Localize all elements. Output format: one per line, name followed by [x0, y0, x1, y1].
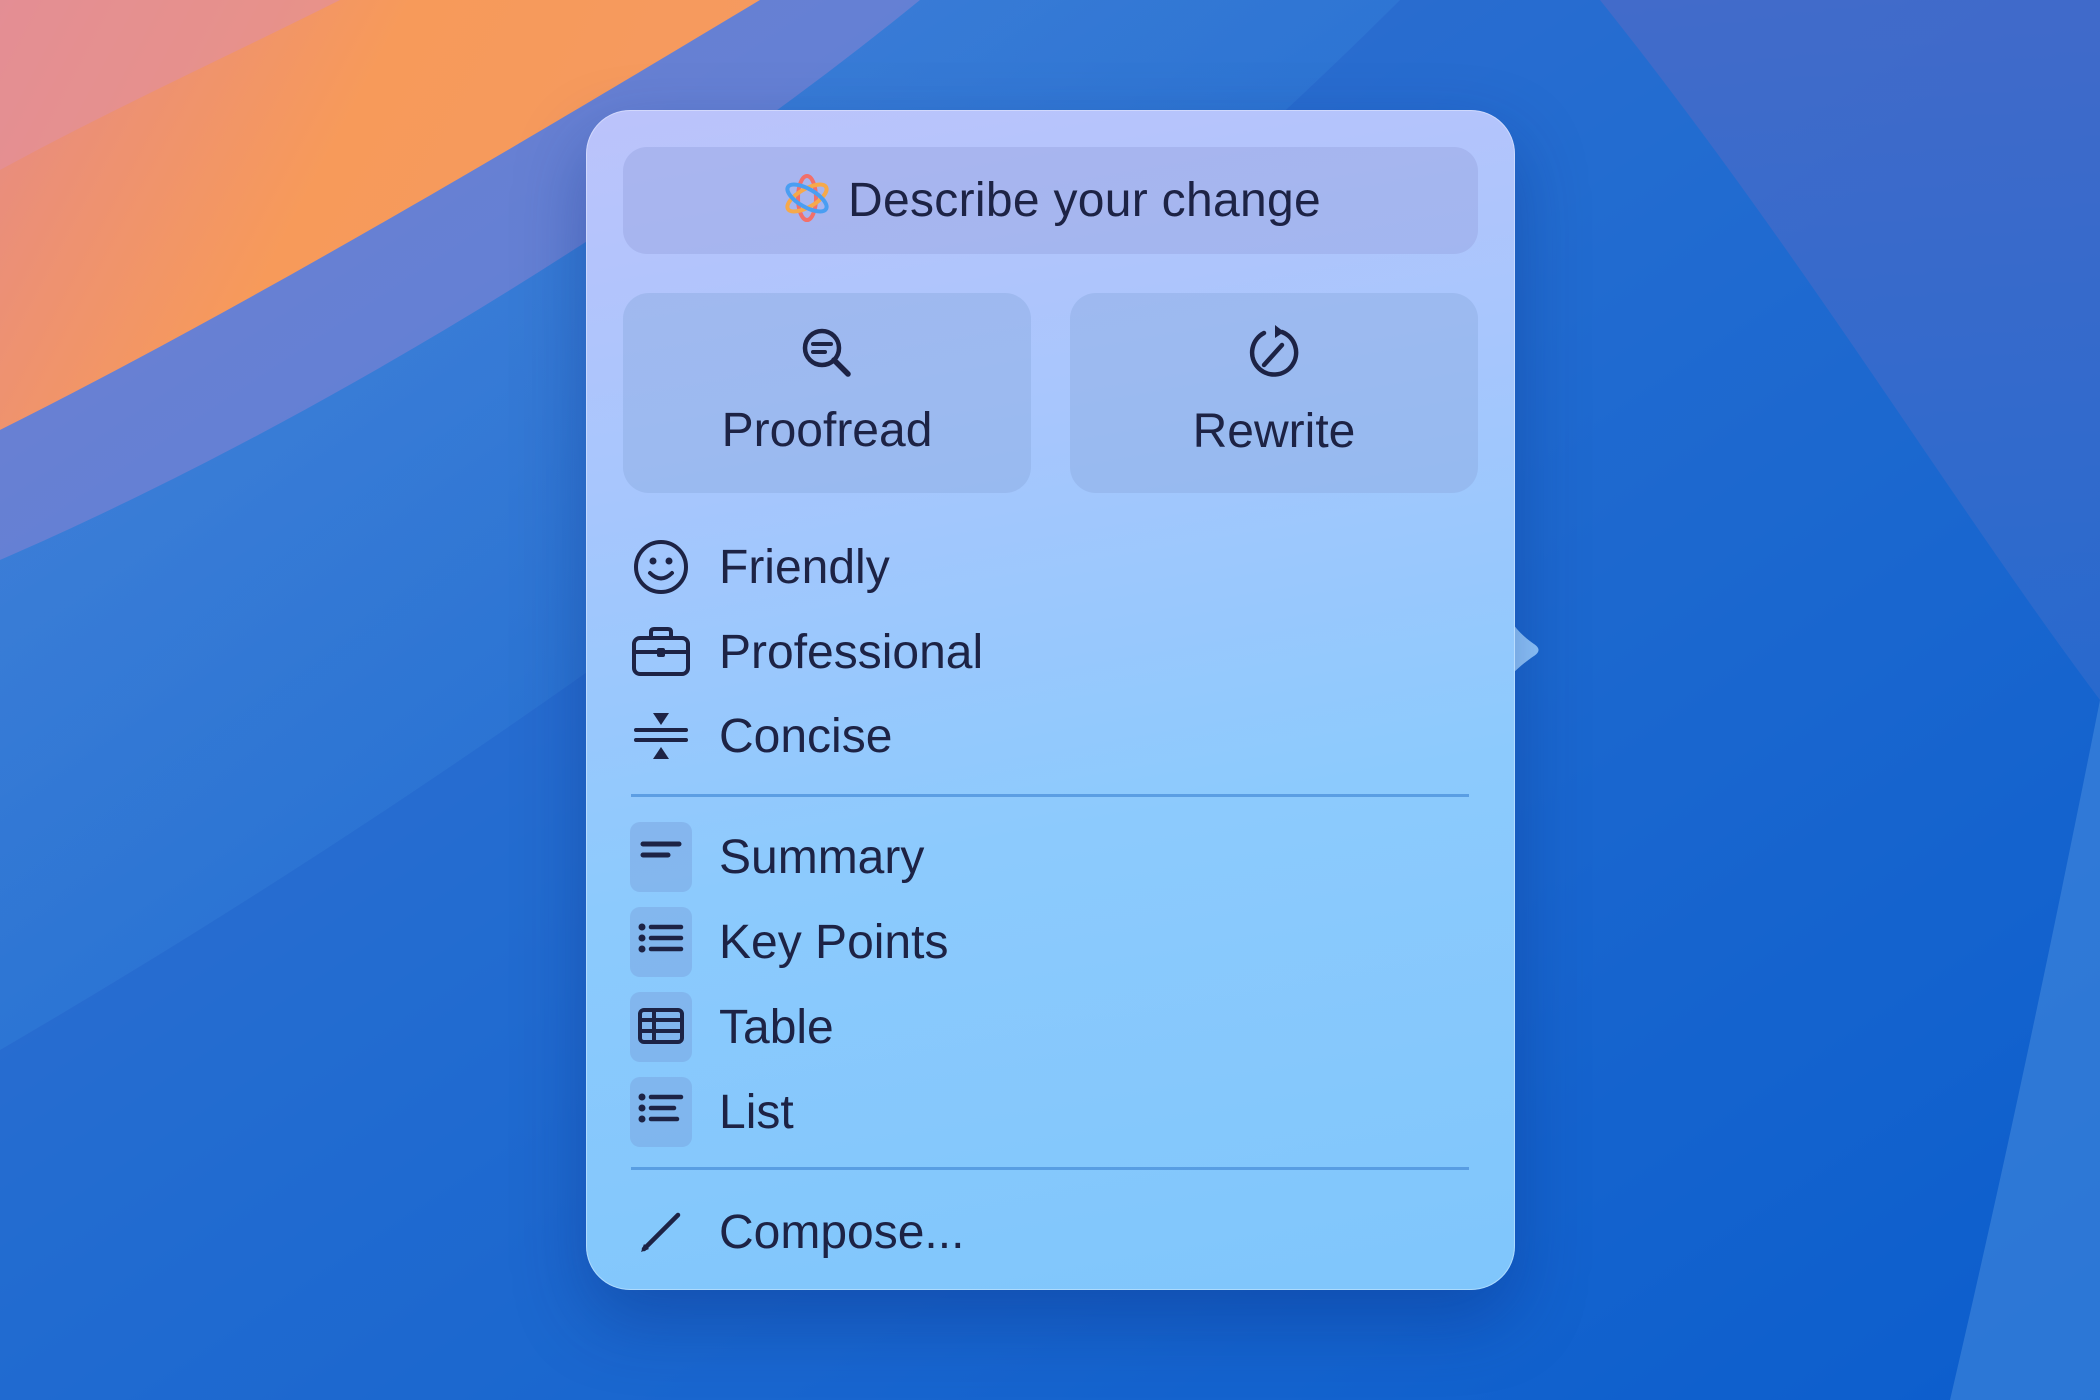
menu-item-label: Professional: [719, 625, 984, 679]
key-points-icon: [630, 907, 692, 977]
writing-tools-panel: Describe your change Proofread Rewrite F…: [586, 110, 1515, 1290]
concise-icon: [630, 705, 692, 767]
describe-change-input[interactable]: Describe your change: [623, 147, 1478, 254]
menu-item-label: Concise: [719, 709, 893, 763]
proofread-label: Proofread: [721, 404, 933, 457]
pencil-icon: [630, 1201, 692, 1263]
menu-item-list[interactable]: List: [630, 1076, 1470, 1148]
menu-item-label: List: [719, 1085, 794, 1139]
briefcase-icon: [630, 621, 692, 683]
menu-item-concise[interactable]: Concise: [630, 700, 1470, 772]
menu-item-summary[interactable]: Summary: [630, 821, 1470, 893]
menu-item-professional[interactable]: Professional: [630, 616, 1470, 688]
rewrite-button[interactable]: Rewrite: [1070, 293, 1478, 493]
rewrite-label: Rewrite: [1192, 405, 1356, 458]
table-icon: [630, 992, 692, 1062]
menu-item-compose[interactable]: Compose...: [630, 1196, 1470, 1268]
menu-item-label: Summary: [719, 830, 925, 884]
menu-item-friendly[interactable]: Friendly: [630, 531, 1470, 603]
magnifier-text-icon: [798, 324, 856, 387]
smiley-icon: [630, 536, 692, 598]
menu-item-key-points[interactable]: Key Points: [630, 906, 1470, 978]
menu-item-label: Table: [719, 1000, 834, 1054]
list-icon: [630, 1077, 692, 1147]
menu-divider: [631, 794, 1469, 797]
summary-icon: [630, 822, 692, 892]
menu-item-label: Friendly: [719, 540, 890, 594]
describe-change-label: Describe your change: [848, 174, 1321, 227]
menu-item-label: Compose...: [719, 1205, 965, 1259]
menu-item-table[interactable]: Table: [630, 991, 1470, 1063]
apple-intelligence-icon: [780, 171, 834, 230]
proofread-button[interactable]: Proofread: [623, 293, 1031, 493]
menu-item-label: Key Points: [719, 915, 949, 969]
menu-divider: [631, 1167, 1469, 1170]
rewrite-circle-icon: [1244, 323, 1304, 388]
